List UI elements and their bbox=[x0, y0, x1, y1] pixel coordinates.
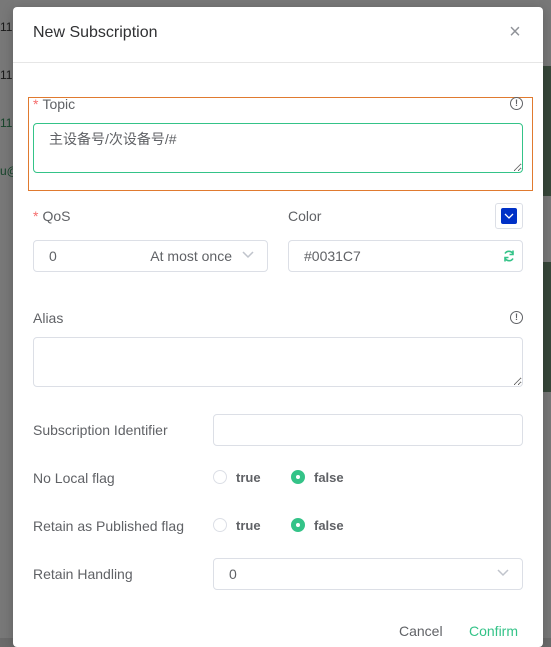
qos-description: At most once bbox=[150, 248, 232, 264]
required-mark: * bbox=[33, 208, 39, 224]
chevron-down-icon bbox=[496, 565, 510, 579]
retain-as-published-true-radio[interactable]: true bbox=[213, 518, 261, 533]
close-icon[interactable]: × bbox=[507, 22, 523, 42]
topic-input[interactable] bbox=[33, 123, 523, 173]
topic-label: * Topic bbox=[33, 96, 75, 112]
refresh-icon[interactable] bbox=[502, 249, 516, 263]
subscription-identifier-input[interactable] bbox=[213, 414, 523, 446]
chevron-down-icon bbox=[241, 247, 255, 261]
new-subscription-dialog: New Subscription × *Topic ! *QoS 0 At mo… bbox=[13, 7, 543, 647]
no-local-false-radio[interactable]: false bbox=[291, 470, 344, 485]
radio-dot bbox=[213, 470, 227, 484]
cancel-button[interactable]: Cancel bbox=[399, 623, 443, 639]
topic-info-icon[interactable]: ! bbox=[510, 97, 523, 110]
subscription-identifier-label: Subscription Identifier bbox=[33, 422, 168, 438]
no-local-true-radio[interactable]: true bbox=[213, 470, 261, 485]
radio-dot bbox=[291, 518, 305, 532]
alias-label: Alias bbox=[33, 310, 64, 326]
radio-label: false bbox=[314, 470, 344, 485]
alias-input[interactable] bbox=[33, 337, 523, 387]
color-swatch bbox=[501, 208, 517, 224]
radio-label: true bbox=[236, 518, 261, 533]
radio-label: false bbox=[314, 518, 344, 533]
retain-handling-value: 0 bbox=[229, 566, 237, 582]
color-label: Color bbox=[288, 208, 322, 224]
color-value: #0031C7 bbox=[304, 248, 361, 264]
qos-select[interactable]: 0 At most once bbox=[33, 240, 268, 272]
topic-label-text: Topic bbox=[42, 96, 76, 112]
dialog-header: New Subscription × bbox=[13, 7, 543, 63]
required-mark: * bbox=[33, 96, 39, 112]
qos-label-text: QoS bbox=[42, 208, 71, 224]
radio-dot bbox=[291, 470, 305, 484]
dialog-title: New Subscription bbox=[33, 24, 158, 41]
retain-as-published-false-radio[interactable]: false bbox=[291, 518, 344, 533]
chevron-down-icon bbox=[504, 213, 514, 219]
color-input[interactable]: #0031C7 bbox=[288, 240, 523, 272]
radio-dot bbox=[213, 518, 227, 532]
confirm-button[interactable]: Confirm bbox=[469, 623, 518, 639]
alias-info-icon[interactable]: ! bbox=[510, 311, 523, 324]
no-local-label: No Local flag bbox=[33, 470, 115, 486]
retain-as-published-label: Retain as Published flag bbox=[33, 518, 184, 534]
retain-handling-label: Retain Handling bbox=[33, 566, 133, 582]
qos-label: * QoS bbox=[33, 208, 70, 224]
retain-handling-select[interactable]: 0 bbox=[213, 558, 523, 590]
color-picker[interactable] bbox=[495, 203, 523, 229]
radio-label: true bbox=[236, 470, 261, 485]
qos-value: 0 bbox=[49, 248, 57, 264]
